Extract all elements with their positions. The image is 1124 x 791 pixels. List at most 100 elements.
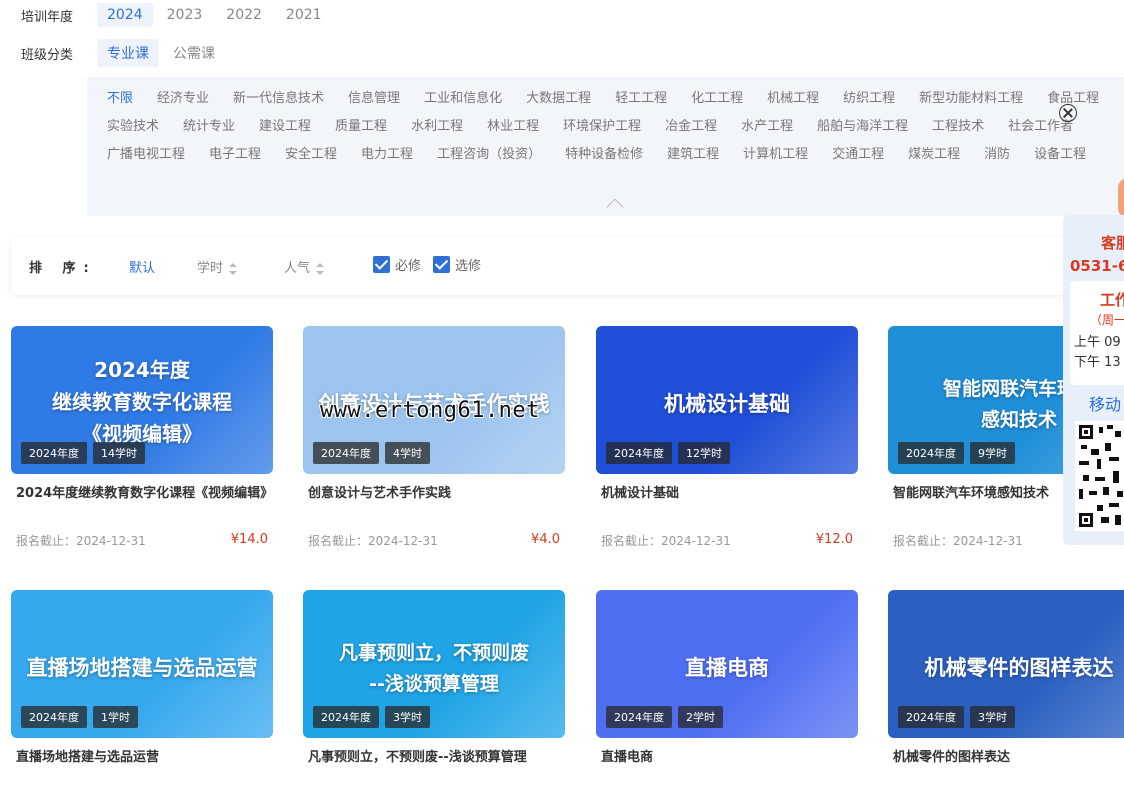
course-card[interactable]: 凡事预则立，不预则废 --浅谈预算管理 2024年度 3学时凡事预则立，不预则废--… xyxy=(303,590,565,788)
side-widget-tab[interactable] xyxy=(1118,178,1124,218)
sort-arrows-icon xyxy=(229,262,238,275)
course-price: ¥4.0 xyxy=(531,532,560,547)
course-meta: 报名截止：2024-12-31 ¥4.0 xyxy=(303,532,565,549)
course-thumbnail[interactable]: 机械零件的图样表达 2024年度 3学时 xyxy=(888,590,1124,738)
year-option-2023[interactable]: 2023 xyxy=(157,3,213,27)
category-item[interactable]: 电力工程 xyxy=(361,143,413,171)
customer-service-widget: 客服 0531-6 工作 （周一 上午 09 下午 13 移动 xyxy=(1063,215,1124,545)
year-option-2024[interactable]: 2024 xyxy=(97,3,153,27)
course-thumbnail-title: 创意设计与艺术手作实践 xyxy=(318,392,550,416)
work-hours-title: 工作 xyxy=(1100,291,1124,309)
category-item[interactable]: 水利工程 xyxy=(411,115,463,143)
course-thumbnail[interactable]: 直播电商 2024年度 2学时 xyxy=(596,590,858,738)
category-item[interactable]: 轻工工程 xyxy=(615,87,667,115)
course-thumbnail[interactable]: 直播场地搭建与选品运营 2024年度 1学时 xyxy=(11,590,273,738)
category-item[interactable]: 交通工程 xyxy=(832,143,884,171)
course-title[interactable]: 机械设计基础 xyxy=(596,484,858,524)
course-badges: 2024年度 2学时 xyxy=(606,706,729,728)
hours-badge: 1学时 xyxy=(93,706,138,728)
qr-code-icon xyxy=(1075,421,1124,531)
course-thumbnail[interactable]: 凡事预则立，不预则废 --浅谈预算管理 2024年度 3学时 xyxy=(303,590,565,738)
enroll-deadline: 报名截止：2024-12-31 xyxy=(893,534,1023,548)
course-badges: 2024年度 1学时 xyxy=(21,706,144,728)
category-item[interactable]: 环境保护工程 xyxy=(563,115,641,143)
category-item[interactable]: 工业和信息化 xyxy=(424,87,502,115)
category-item[interactable]: 质量工程 xyxy=(335,115,387,143)
sort-by-popularity[interactable]: 人气 xyxy=(284,257,325,276)
sort-hours-label: 学时 xyxy=(197,261,224,276)
sort-by-hours[interactable]: 学时 xyxy=(197,257,238,276)
category-item[interactable]: 不限 xyxy=(107,87,133,115)
category-item[interactable]: 经济专业 xyxy=(157,87,209,115)
category-item[interactable]: 统计专业 xyxy=(183,115,235,143)
category-item[interactable]: 新一代信息技术 xyxy=(233,87,324,115)
year-badge: 2024年度 xyxy=(313,442,379,464)
category-item[interactable]: 安全工程 xyxy=(285,143,337,171)
category-item[interactable]: 信息管理 xyxy=(348,87,400,115)
category-item[interactable]: 建筑工程 xyxy=(667,143,719,171)
course-title[interactable]: 机械零件的图样表达 xyxy=(888,748,1124,788)
sort-arrows-icon xyxy=(316,262,325,275)
category-item[interactable]: 林业工程 xyxy=(487,115,539,143)
year-filter-label: 培训年度 xyxy=(21,10,74,25)
category-item[interactable]: 特种设备检修 xyxy=(565,143,643,171)
course-card[interactable]: 机械设计基础 2024年度 12学时 机械设计基础 报名截止：2024-12-31 ¥12… xyxy=(596,326,858,549)
year-option-2022[interactable]: 2022 xyxy=(216,3,272,27)
category-item[interactable]: 设备工程 xyxy=(1034,143,1086,171)
course-title[interactable]: 凡事预则立，不预则废--浅谈预算管理 xyxy=(303,748,565,788)
course-card[interactable]: 创意设计与艺术手作实践 2024年度 4学时 创意设计与艺术手作实践 报名截止：2024… xyxy=(303,326,565,549)
course-card[interactable]: 机械零件的图样表达 2024年度 3学时 机械零件的图样表达 xyxy=(888,590,1124,788)
category-item[interactable]: 广播电视工程 xyxy=(107,143,185,171)
required-label: 必修 xyxy=(395,259,422,274)
enroll-deadline: 报名截止：2024-12-31 xyxy=(601,534,731,548)
category-item[interactable]: 消防 xyxy=(984,143,1010,171)
category-item[interactable]: 冶金工程 xyxy=(665,115,717,143)
category-item[interactable]: 机械工程 xyxy=(767,87,819,115)
course-thumbnail[interactable]: 创意设计与艺术手作实践 2024年度 4学时 xyxy=(303,326,565,474)
category-item[interactable]: 实验技术 xyxy=(107,115,159,143)
afternoon-hours: 下午 13 xyxy=(1074,355,1121,370)
category-item[interactable]: 新型功能材料工程 xyxy=(919,87,1023,115)
collapse-arrow-icon[interactable] xyxy=(606,198,624,216)
category-item[interactable]: 建设工程 xyxy=(259,115,311,143)
category-item[interactable]: 水产工程 xyxy=(741,115,793,143)
year-badge: 2024年度 xyxy=(21,706,87,728)
hours-badge: 12学时 xyxy=(678,442,730,464)
year-badge: 2024年度 xyxy=(606,442,672,464)
year-filter: 2024 2023 2022 2021 xyxy=(97,1,336,29)
course-title[interactable]: 创意设计与艺术手作实践 xyxy=(303,484,565,524)
required-checkbox[interactable]: 必修 xyxy=(373,255,421,274)
course-title[interactable]: 直播电商 xyxy=(596,748,858,788)
sort-default[interactable]: 默认 xyxy=(129,257,155,276)
course-card[interactable]: 直播电商 2024年度 2学时 直播电商 xyxy=(596,590,858,788)
enroll-deadline: 报名截止：2024-12-31 xyxy=(16,534,146,548)
category-item[interactable]: 计算机工程 xyxy=(743,143,808,171)
close-icon[interactable] xyxy=(1059,104,1077,122)
year-option-2021[interactable]: 2021 xyxy=(276,3,332,27)
class-option-public[interactable]: 公需课 xyxy=(163,39,225,67)
hours-badge: 3学时 xyxy=(970,706,1015,728)
category-panel: 不限 经济专业 新一代信息技术 信息管理 工业和信息化 大数据工程 轻工工程 化工工程 机械工程… xyxy=(87,77,1124,216)
course-thumbnail[interactable]: 2024年度 继续教育数字化课程 《视频编辑》 2024年度 14学时 xyxy=(11,326,273,474)
category-item[interactable]: 纺织工程 xyxy=(843,87,895,115)
hours-badge: 2学时 xyxy=(678,706,723,728)
course-card[interactable]: 2024年度 继续教育数字化课程 《视频编辑》 2024年度 14学时 2024年度继… xyxy=(11,326,273,549)
category-item[interactable]: 工程技术 xyxy=(932,115,984,143)
class-option-professional[interactable]: 专业课 xyxy=(97,39,159,67)
category-item[interactable]: 船舶与海洋工程 xyxy=(817,115,908,143)
course-card[interactable]: 直播场地搭建与选品运营 2024年度 1学时 直播场地搭建与选品运营 xyxy=(11,590,273,788)
year-badge: 2024年度 xyxy=(606,706,672,728)
category-item[interactable]: 化工工程 xyxy=(691,87,743,115)
hours-badge: 9学时 xyxy=(970,442,1015,464)
category-item[interactable]: 电子工程 xyxy=(209,143,261,171)
course-title[interactable]: 直播场地搭建与选品运营 xyxy=(11,748,273,788)
category-item[interactable]: 工程咨询（投资） xyxy=(437,143,541,171)
class-filter-label: 班级分类 xyxy=(21,48,74,63)
course-thumbnail-title: 机械零件的图样表达 xyxy=(924,656,1114,680)
course-thumbnail[interactable]: 机械设计基础 2024年度 12学时 xyxy=(596,326,858,474)
category-item[interactable]: 煤炭工程 xyxy=(908,143,960,171)
course-title[interactable]: 2024年度继续教育数字化课程《视频编辑》 xyxy=(11,484,273,524)
elective-checkbox[interactable]: 选修 xyxy=(433,255,481,274)
category-item[interactable]: 大数据工程 xyxy=(526,87,591,115)
hours-badge: 14学时 xyxy=(93,442,145,464)
